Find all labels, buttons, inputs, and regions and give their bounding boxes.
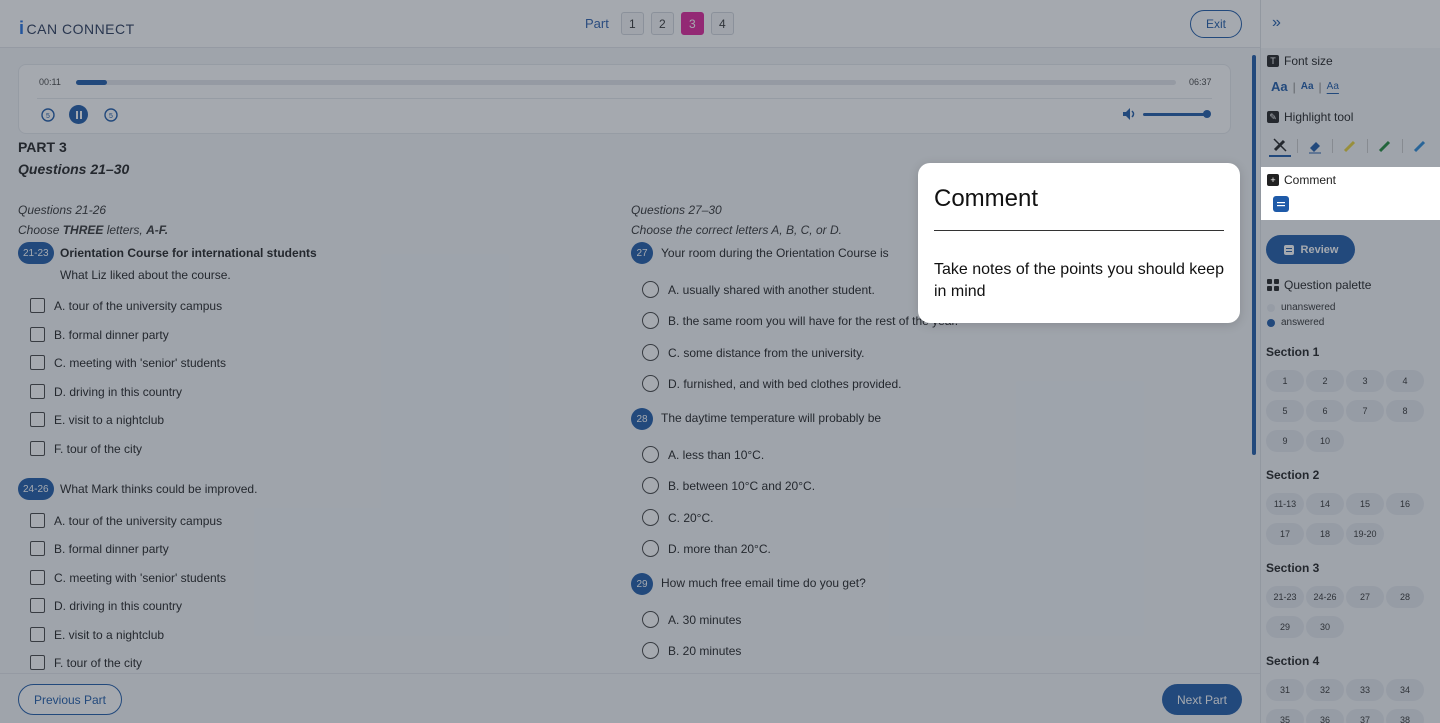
comment-plus-icon: +	[1267, 174, 1279, 186]
comment-panel: + Comment	[1261, 167, 1440, 220]
comment-tooltip-divider	[934, 230, 1224, 231]
comment-tooltip-body: Take notes of the points you should keep…	[934, 261, 1224, 300]
comment-tooltip: Comment Take notes of the points you sho…	[918, 163, 1240, 323]
comment-icon[interactable]	[1273, 196, 1289, 212]
modal-overlay[interactable]	[0, 0, 1440, 723]
comment-tooltip-title: Comment	[934, 185, 1039, 212]
comment-heading: + Comment	[1267, 173, 1336, 187]
